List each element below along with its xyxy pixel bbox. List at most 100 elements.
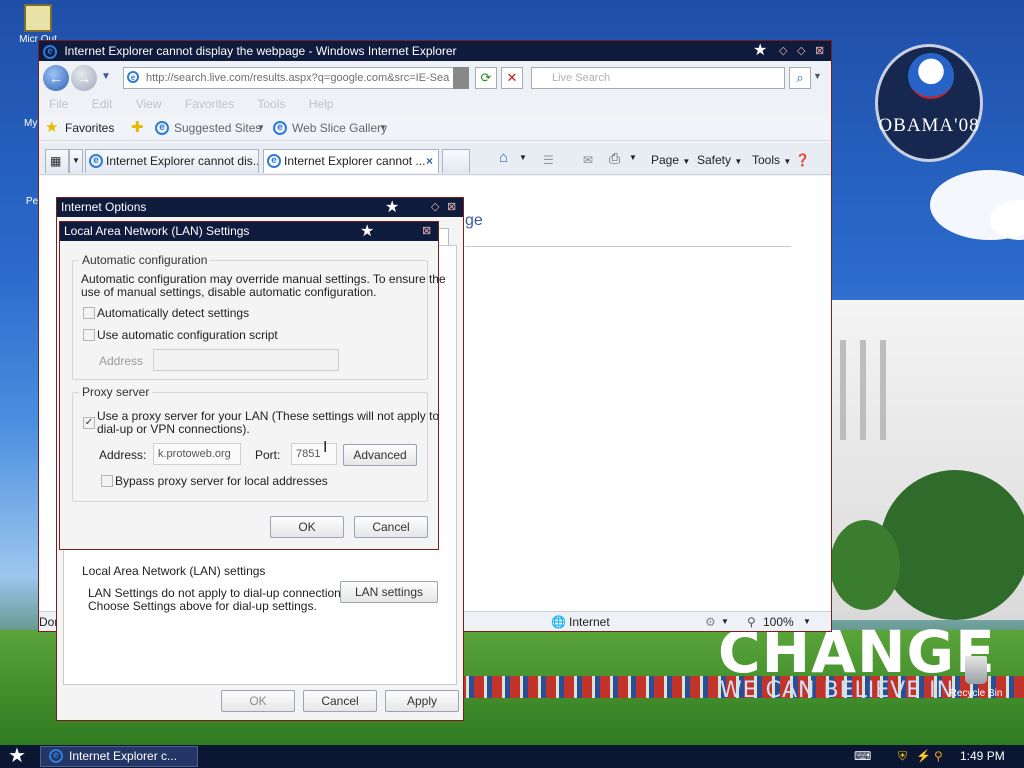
help-icon[interactable]: ❓ [795, 153, 810, 167]
use-proxy-label[interactable]: Use a proxy server for your LAN (These s… [97, 409, 439, 423]
lan-settings-button[interactable]: LAN settings [340, 581, 438, 603]
menu-bar: File Edit View Favorites Tools Help [39, 95, 831, 113]
bypass-local-label[interactable]: Bypass proxy server for local addresses [115, 474, 328, 488]
text-cursor-icon: I [323, 439, 328, 456]
home-icon[interactable]: ⌂ [499, 149, 508, 166]
apply-label: Apply [406, 694, 438, 708]
auto-config-description: use of manual settings, disable automati… [81, 285, 377, 299]
chevron-down-icon[interactable]: ▼ [803, 612, 811, 632]
proxy-address-field[interactable]: k.protoweb.org [153, 443, 241, 465]
maximize-button[interactable]: ◇ [797, 41, 805, 61]
use-proxy-label[interactable]: dial-up or VPN connections). [97, 422, 250, 436]
ie-icon: e [49, 749, 63, 763]
close-button[interactable]: ⊠ [815, 41, 824, 61]
tab-1[interactable]: e Internet Explorer cannot dis... [85, 149, 259, 173]
clock[interactable]: 1:49 PM [960, 745, 1005, 768]
protected-mode-icon[interactable]: ⚙ [705, 612, 716, 632]
close-tab-icon[interactable]: × [426, 150, 433, 172]
start-button[interactable]: ★ [8, 745, 26, 767]
use-proxy-checkbox[interactable]: ✓ [83, 417, 95, 429]
network-icon[interactable]: ⚡ [916, 745, 931, 768]
zoom-icon[interactable]: ⚲ [747, 612, 756, 632]
auto-detect-checkbox[interactable] [83, 307, 95, 319]
menu-help[interactable]: Help [309, 97, 334, 111]
suggested-sites-link[interactable]: Suggested Sites [174, 115, 261, 141]
tab-page-icon: e [89, 154, 103, 168]
page-heading-fragment: ge [465, 212, 483, 229]
help-button[interactable]: ◇ [431, 198, 439, 217]
chevron-down-icon[interactable]: ▼ [629, 153, 637, 162]
stop-button[interactable]: ✕ [501, 67, 523, 89]
close-button[interactable]: ⊠ [422, 222, 431, 241]
favorites-button[interactable]: Favorites [65, 115, 114, 141]
security-shield-icon[interactable]: ⛨ [898, 745, 907, 768]
options-cancel-button[interactable]: Cancel [303, 690, 377, 712]
auto-script-checkbox[interactable] [83, 329, 95, 341]
search-button[interactable]: ⌕ [789, 67, 811, 89]
address-dropdown-icon[interactable] [453, 67, 469, 89]
star-icon: ★ [360, 223, 375, 240]
lan-note: LAN Settings do not apply to dial-up con… [88, 586, 351, 600]
refresh-button[interactable]: ⟳ [475, 67, 497, 89]
close-button[interactable]: ⊠ [447, 198, 456, 217]
tab-list-dropdown[interactable]: ▼ [69, 149, 83, 173]
cancel-label: Cancel [372, 520, 410, 534]
keyboard-icon[interactable]: ⌨ [854, 745, 871, 768]
lan-settings-dialog: Local Area Network (LAN) Settings ★ ⊠ Au… [59, 221, 446, 550]
tab-2[interactable]: e Internet Explorer cannot ... × [263, 149, 439, 173]
minimize-button[interactable]: ◇ [779, 41, 787, 61]
recent-pages-dropdown-icon[interactable]: ▼ [101, 71, 111, 82]
page-menu[interactable]: Page ▼ [651, 153, 690, 167]
bypass-local-checkbox[interactable] [101, 475, 113, 487]
recycle-bin[interactable]: Recycle Bin [946, 656, 1006, 699]
web-slice-gallery-link[interactable]: Web Slice Gallery [292, 115, 387, 141]
recycle-bin-icon [965, 656, 987, 684]
chevron-down-icon[interactable]: ▼ [519, 153, 527, 162]
search-icon[interactable]: ⚲ [934, 745, 943, 768]
options-ok-button[interactable]: OK [221, 690, 295, 712]
new-tab-button[interactable] [442, 149, 470, 173]
options-apply-button[interactable]: Apply [385, 690, 459, 712]
back-button[interactable]: ← [43, 65, 69, 91]
proxy-port-value: 7851 [296, 448, 321, 460]
forward-button[interactable]: → [71, 65, 97, 91]
internet-options-titlebar[interactable]: Internet Options ★ ◇ ⊠ [57, 198, 463, 217]
desktop-icon-outlook[interactable]: Micr Out [18, 4, 58, 45]
lan-settings-titlebar[interactable]: Local Area Network (LAN) Settings ★ ⊠ [60, 222, 438, 241]
safety-menu[interactable]: Safety ▼ [697, 153, 742, 167]
lan-section-title: Local Area Network (LAN) settings [82, 564, 266, 578]
advanced-button[interactable]: Advanced [343, 444, 417, 466]
ok-label: OK [249, 694, 267, 708]
tools-menu[interactable]: Tools ▼ [752, 153, 791, 167]
badge-text: OBAMA'08 [878, 115, 980, 136]
zoom-level[interactable]: 100% [763, 612, 794, 632]
print-icon[interactable]: ⎙ [609, 150, 620, 167]
auto-detect-label[interactable]: Automatically detect settings [97, 306, 249, 320]
feeds-icon[interactable]: ☰ [543, 153, 554, 167]
ie-titlebar[interactable]: e Internet Explorer cannot display the w… [39, 41, 831, 61]
star-icon: ★ [753, 42, 768, 59]
proxy-address-value: k.protoweb.org [158, 448, 231, 460]
menu-view[interactable]: View [136, 97, 162, 111]
search-input[interactable]: Live Search [531, 67, 785, 89]
add-favorites-icon[interactable]: ✚ [131, 115, 144, 141]
campaign-badge: OBAMA'08 [875, 44, 983, 162]
taskbar-item-label: Internet Explorer c... [69, 749, 178, 763]
chevron-down-icon: ▼ [257, 123, 265, 132]
menu-tools[interactable]: Tools [257, 97, 285, 111]
menu-favorites[interactable]: Favorites [185, 97, 234, 111]
chevron-down-icon[interactable]: ▼ [721, 612, 729, 632]
search-options-dropdown-icon[interactable]: ▼ [813, 71, 822, 81]
menu-edit[interactable]: Edit [92, 97, 113, 111]
taskbar-item-ie[interactable]: e Internet Explorer c... [40, 746, 198, 767]
address-bar[interactable]: e http://search.live.com/results.aspx?q=… [123, 67, 469, 89]
menu-file[interactable]: File [49, 97, 68, 111]
proxy-port-field[interactable]: 7851 [291, 443, 337, 465]
read-mail-icon[interactable]: ✉ [583, 153, 593, 167]
auto-script-label[interactable]: Use automatic configuration script [97, 328, 278, 342]
lan-ok-button[interactable]: OK [270, 516, 344, 538]
lan-cancel-button[interactable]: Cancel [354, 516, 428, 538]
script-address-label: Address [99, 354, 144, 368]
tree [830, 520, 900, 610]
quick-tabs-button[interactable]: ▦ [45, 149, 69, 173]
